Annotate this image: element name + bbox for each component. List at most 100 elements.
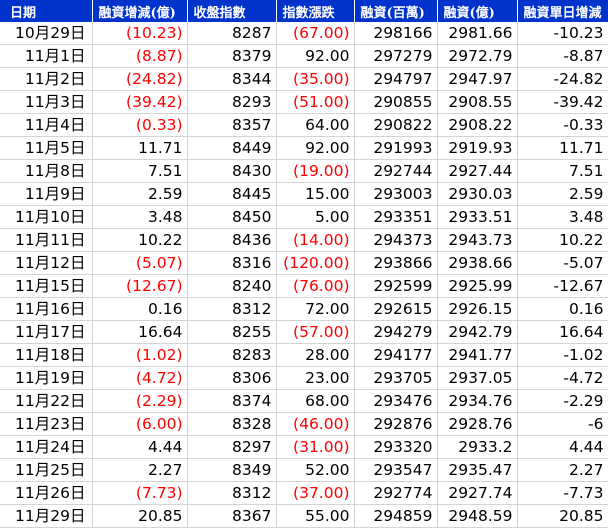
cell-daily-change[interactable]: 2.59 [517,182,608,206]
header-index-change[interactable]: 指數漲跌 [276,0,355,22]
cell-date[interactable]: 11月16日 [0,297,93,321]
cell-margin-million[interactable]: 290822 [354,113,438,137]
cell-margin-yi[interactable]: 2927.74 [437,481,518,505]
cell-index-change[interactable]: 55.00 [276,504,355,528]
cell-margin-million[interactable]: 294177 [354,343,438,367]
cell-margin-change[interactable]: (10.23) [92,22,188,45]
cell-index-change[interactable]: (76.00) [276,274,355,298]
cell-margin-million[interactable]: 292744 [354,159,438,183]
cell-margin-change[interactable]: 20.85 [92,504,188,528]
cell-margin-million[interactable]: 293705 [354,366,438,390]
cell-date[interactable]: 11月15日 [0,274,93,298]
cell-margin-change[interactable]: (5.07) [92,251,188,275]
cell-index-change[interactable]: 68.00 [276,389,355,413]
cell-index-change[interactable]: 72.00 [276,297,355,321]
cell-daily-change[interactable]: -7.73 [517,481,608,505]
cell-daily-change[interactable]: 20.85 [517,504,608,528]
cell-margin-yi[interactable]: 2935.47 [437,458,518,482]
cell-close-index[interactable]: 8328 [187,412,277,436]
cell-index-change[interactable]: 92.00 [276,136,355,160]
cell-index-change[interactable]: (51.00) [276,90,355,114]
cell-daily-change[interactable]: -0.33 [517,113,608,137]
cell-margin-change[interactable]: 7.51 [92,159,188,183]
cell-close-index[interactable]: 8312 [187,481,277,505]
cell-date[interactable]: 11月2日 [0,67,93,91]
cell-margin-million[interactable]: 293476 [354,389,438,413]
cell-margin-yi[interactable]: 2928.76 [437,412,518,436]
cell-date[interactable]: 10月29日 [0,22,93,45]
cell-margin-yi[interactable]: 2908.22 [437,113,518,137]
cell-daily-change[interactable]: 16.64 [517,320,608,344]
cell-margin-million[interactable]: 294797 [354,67,438,91]
cell-close-index[interactable]: 8430 [187,159,277,183]
header-margin-million[interactable]: 融資(百萬) [354,0,438,22]
cell-date[interactable]: 11月9日 [0,182,93,206]
cell-daily-change[interactable]: -2.29 [517,389,608,413]
cell-close-index[interactable]: 8436 [187,228,277,252]
cell-close-index[interactable]: 8312 [187,297,277,321]
cell-close-index[interactable]: 8445 [187,182,277,206]
cell-margin-change[interactable]: 2.59 [92,182,188,206]
header-close-index[interactable]: 收盤指數 [187,0,277,22]
cell-index-change[interactable]: (35.00) [276,67,355,91]
cell-close-index[interactable]: 8367 [187,504,277,528]
cell-margin-change[interactable]: (24.82) [92,67,188,91]
cell-date[interactable]: 11月22日 [0,389,93,413]
cell-index-change[interactable]: 28.00 [276,343,355,367]
cell-daily-change[interactable]: 4.44 [517,435,608,459]
cell-date[interactable]: 11月5日 [0,136,93,160]
cell-margin-yi[interactable]: 2926.15 [437,297,518,321]
cell-close-index[interactable]: 8357 [187,113,277,137]
cell-margin-change[interactable]: (4.72) [92,366,188,390]
cell-margin-yi[interactable]: 2943.73 [437,228,518,252]
cell-date[interactable]: 11月10日 [0,205,93,229]
cell-margin-yi[interactable]: 2942.79 [437,320,518,344]
header-margin-change[interactable]: 融資增減(億) [92,0,188,22]
cell-date[interactable]: 11月18日 [0,343,93,367]
cell-margin-change[interactable]: 0.16 [92,297,188,321]
cell-margin-change[interactable]: (7.73) [92,481,188,505]
cell-margin-yi[interactable]: 2908.55 [437,90,518,114]
cell-index-change[interactable]: (31.00) [276,435,355,459]
cell-index-change[interactable]: (120.00) [276,251,355,275]
cell-margin-change[interactable]: (8.87) [92,44,188,68]
cell-daily-change[interactable]: -6 [517,412,608,436]
cell-close-index[interactable]: 8349 [187,458,277,482]
header-margin-yi[interactable]: 融資(億) [437,0,518,22]
cell-margin-yi[interactable]: 2937.05 [437,366,518,390]
cell-margin-yi[interactable]: 2938.66 [437,251,518,275]
cell-close-index[interactable]: 8344 [187,67,277,91]
cell-margin-change[interactable]: (0.33) [92,113,188,137]
cell-margin-million[interactable]: 294279 [354,320,438,344]
cell-index-change[interactable]: (37.00) [276,481,355,505]
cell-daily-change[interactable]: -4.72 [517,366,608,390]
cell-margin-million[interactable]: 290855 [354,90,438,114]
cell-date[interactable]: 11月19日 [0,366,93,390]
cell-margin-yi[interactable]: 2927.44 [437,159,518,183]
cell-close-index[interactable]: 8306 [187,366,277,390]
cell-date[interactable]: 11月23日 [0,412,93,436]
cell-daily-change[interactable]: -12.67 [517,274,608,298]
cell-margin-million[interactable]: 292876 [354,412,438,436]
cell-close-index[interactable]: 8449 [187,136,277,160]
cell-margin-million[interactable]: 293320 [354,435,438,459]
cell-margin-million[interactable]: 294373 [354,228,438,252]
cell-margin-million[interactable]: 292599 [354,274,438,298]
cell-margin-yi[interactable]: 2947.97 [437,67,518,91]
cell-margin-million[interactable]: 293003 [354,182,438,206]
cell-index-change[interactable]: 15.00 [276,182,355,206]
cell-date[interactable]: 11月1日 [0,44,93,68]
cell-margin-million[interactable]: 298166 [354,22,438,45]
cell-margin-yi[interactable]: 2934.76 [437,389,518,413]
cell-margin-yi[interactable]: 2933.2 [437,435,518,459]
cell-date[interactable]: 11月26日 [0,481,93,505]
cell-margin-million[interactable]: 294859 [354,504,438,528]
cell-daily-change[interactable]: 7.51 [517,159,608,183]
cell-daily-change[interactable]: -1.02 [517,343,608,367]
cell-margin-change[interactable]: 3.48 [92,205,188,229]
cell-close-index[interactable]: 8293 [187,90,277,114]
cell-daily-change[interactable]: -39.42 [517,90,608,114]
cell-date[interactable]: 11月25日 [0,458,93,482]
cell-margin-yi[interactable]: 2933.51 [437,205,518,229]
cell-margin-change[interactable]: 11.71 [92,136,188,160]
